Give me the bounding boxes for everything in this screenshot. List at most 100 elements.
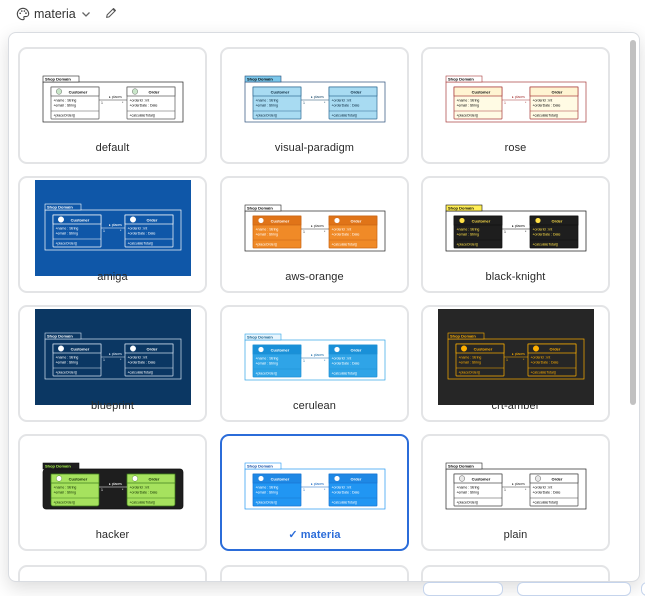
multiplicity: 1 <box>303 359 305 363</box>
uml-class-order: Order +orderId : int+orderDate : Date +cal… <box>124 343 174 377</box>
theme-name: crt-amber <box>491 400 540 412</box>
class-name: Customer <box>71 346 90 351</box>
uml-class-customer: Customer +name : String+email : String +pl… <box>252 344 302 378</box>
association-label: ▸ places <box>512 224 525 228</box>
class-name: Order <box>147 346 158 351</box>
theme-card-default[interactable]: Shop Domain Customer +name : String +email … <box>18 47 207 164</box>
theme-dropdown[interactable]: materia <box>12 3 98 25</box>
class-name: Order <box>552 218 563 223</box>
theme-preview: Shop Domain Customer +name : String +email … <box>237 51 393 147</box>
theme-card-plain[interactable]: Shop Domain Customer +name : String +email … <box>421 434 610 551</box>
class-operation: +placeOrder() <box>256 372 278 376</box>
theme-card-cerulean[interactable]: Shop Domain Customer +name : String +email … <box>220 305 409 422</box>
class-attribute: +orderId : int <box>531 356 551 360</box>
class-operation: +placeOrder() <box>457 243 479 247</box>
class-name: Order <box>149 476 160 481</box>
uml-class-customer: Customer +name : String+email : String +pl… <box>252 215 302 249</box>
multiplicity: 1 <box>504 230 506 234</box>
association-label: ▸ places <box>109 482 122 486</box>
class-attribute: +name : String <box>56 227 79 231</box>
theme-card-materia[interactable]: Shop Domain Customer +name : String +email … <box>220 434 409 551</box>
class-attribute: +email : String <box>256 104 279 108</box>
uml-class-customer: Customer +name : String+email : String +pl… <box>52 214 102 248</box>
class-name: Customer <box>69 89 88 94</box>
theme-card-partial[interactable] <box>18 565 207 581</box>
uml-class-order: Order +orderId : int+orderDate : Date +cal… <box>527 343 577 377</box>
footer-button[interactable] <box>641 582 645 596</box>
class-attribute: +name : String <box>54 486 77 490</box>
theme-card-label: black-knight <box>423 271 608 283</box>
class-operation: +placeOrder() <box>256 114 278 118</box>
class-operation: +placeOrder() <box>457 114 479 118</box>
check-icon: ✓ <box>288 529 298 541</box>
theme-preview-diagram: Shop Domain Customer +name : String+email … <box>438 309 594 405</box>
edit-theme-button[interactable] <box>104 6 120 22</box>
theme-card-visual-paradigm[interactable]: Shop Domain Customer +name : String +email … <box>220 47 409 164</box>
theme-card-black-knight[interactable]: Shop Domain Customer +name : String +email … <box>421 176 610 293</box>
group-label: Shop Domain <box>247 463 273 468</box>
theme-card-partial[interactable] <box>220 565 409 581</box>
group-label: Shop Domain <box>450 333 476 338</box>
class-operation: +placeOrder() <box>256 243 278 247</box>
theme-card-crt-amber[interactable]: Shop Domain Customer +name : String +email … <box>421 305 610 422</box>
class-operation: +placeOrder() <box>457 501 479 505</box>
class-attribute: +orderDate : Date <box>128 232 156 236</box>
theme-card-aws-orange[interactable]: Shop Domain Customer +name : String +email … <box>220 176 409 293</box>
class-name: Order <box>351 89 362 94</box>
class-attribute: +email : String <box>256 233 279 237</box>
class-attribute: +orderId : int <box>533 228 553 232</box>
class-name: Customer <box>71 217 90 222</box>
theme-preview-diagram: Shop Domain Customer +name : String+email … <box>244 75 386 123</box>
class-attribute: +email : String <box>457 491 480 495</box>
theme-name: materia <box>300 529 341 541</box>
theme-preview-diagram: Shop Domain Customer +name : String+email … <box>445 462 587 510</box>
class-name: Order <box>147 217 158 222</box>
theme-card-blueprint[interactable]: Shop Domain Customer +name : String +email … <box>18 305 207 422</box>
group-label: Shop Domain <box>45 463 71 468</box>
class-attribute: +orderId : int <box>332 357 352 361</box>
footer-button[interactable] <box>517 582 631 596</box>
theme-card-label: ✓ materia <box>222 528 407 541</box>
class-attribute: +orderDate : Date <box>533 491 561 495</box>
multiplicity: 1 <box>504 101 506 105</box>
theme-name: blueprint <box>90 400 135 412</box>
theme-card-amiga[interactable]: Shop Domain Customer +name : String +email … <box>18 176 207 293</box>
uml-class-customer: Customer +name : String+email : String +pl… <box>252 473 302 507</box>
theme-card-partial[interactable] <box>421 565 610 581</box>
theme-card-rose[interactable]: Shop Domain Customer +name : String +email … <box>421 47 610 164</box>
class-operation: +calculateTotal() <box>332 243 358 247</box>
theme-card-label: cerulean <box>222 400 407 412</box>
class-operation: +calculateTotal() <box>533 114 559 118</box>
theme-card-label: blueprint <box>20 400 205 412</box>
uml-class-customer: Customer +name : String+email : String +pl… <box>252 86 302 120</box>
class-operation: +calculateTotal() <box>128 371 154 375</box>
uml-class-order: Order +orderId : int+orderDate : Date +cal… <box>124 214 174 248</box>
theme-preview: Shop Domain Customer +name : String +email … <box>35 51 191 147</box>
uml-class-order: Order +orderId : int+orderDate : Date +cal… <box>328 86 378 120</box>
class-attribute: +orderId : int <box>128 227 148 231</box>
class-attribute: +name : String <box>459 356 482 360</box>
class-name: Customer <box>271 89 290 94</box>
association-label: ▸ places <box>311 95 324 99</box>
class-attribute: +orderDate : Date <box>533 104 561 108</box>
theme-card-hacker[interactable]: Shop Domain Customer +name : String +email … <box>18 434 207 551</box>
class-name: Order <box>149 89 160 94</box>
association-label: ▸ places <box>311 353 324 357</box>
association-label: ▸ places <box>109 95 122 99</box>
class-attribute: +name : String <box>56 356 79 360</box>
theme-preview-diagram: Shop Domain Customer +name : String+email … <box>35 309 191 405</box>
theme-card-label: aws-orange <box>222 271 407 283</box>
theme-preview: Shop Domain Customer +name : String +email … <box>237 180 393 276</box>
association-label: ▸ places <box>512 95 525 99</box>
footer-button[interactable] <box>423 582 503 596</box>
multiplicity: 1 <box>103 358 105 362</box>
class-operation: +calculateTotal() <box>332 372 358 376</box>
group-label: Shop Domain <box>448 463 474 468</box>
multiplicity: 1 <box>303 488 305 492</box>
class-name: Customer <box>271 476 290 481</box>
theme-preview-diagram: Shop Domain Customer +name : String+email … <box>445 75 587 123</box>
class-attribute: +name : String <box>256 99 279 103</box>
scrollbar-thumb[interactable] <box>630 40 636 405</box>
class-attribute: +orderDate : Date <box>130 104 158 108</box>
theme-preview: Shop Domain Customer +name : String +email … <box>237 438 393 534</box>
